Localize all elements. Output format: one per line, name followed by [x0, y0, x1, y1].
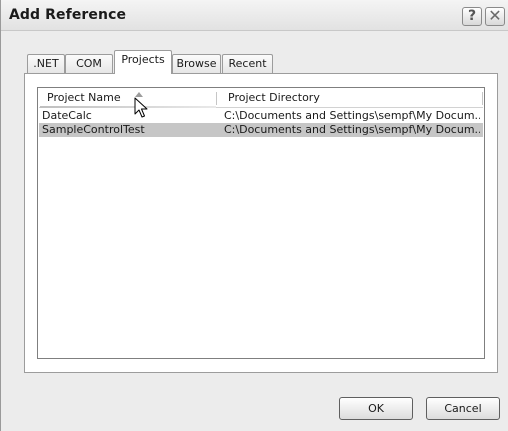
project-directory-cell: C:\Documents and Settings\sempf\My Docum…	[224, 109, 480, 122]
close-icon: ✕	[488, 6, 502, 25]
list-item[interactable]: DateCalc C:\Documents and Settings\sempf…	[39, 109, 483, 123]
list-header: Project Name Project Directory	[39, 89, 483, 108]
list-item[interactable]: SampleControlTest C:\Documents and Setti…	[39, 123, 483, 137]
mouse-pointer-icon	[134, 97, 148, 118]
help-icon: ?	[467, 8, 477, 24]
add-reference-dialog: Add Reference ? ✕ .NET COM Projects Brow…	[0, 0, 508, 431]
help-button[interactable]: ?	[462, 7, 482, 26]
project-directory-cell: C:\Documents and Settings\sempf\My Docum…	[224, 123, 480, 136]
ok-button[interactable]: OK	[339, 397, 413, 420]
project-name-cell: DateCalc	[42, 109, 92, 122]
column-divider[interactable]	[216, 92, 217, 105]
cancel-button[interactable]: Cancel	[426, 397, 500, 420]
tab-browse[interactable]: Browse	[172, 54, 221, 73]
projects-tab-panel: Project Name Project Directory DateCalc …	[24, 73, 498, 373]
column-divider[interactable]	[482, 92, 483, 105]
project-name-cell: SampleControlTest	[42, 123, 145, 136]
project-list[interactable]: Project Name Project Directory DateCalc …	[37, 87, 485, 359]
column-resize-indicator	[40, 106, 216, 108]
title-bar[interactable]: Add Reference ? ✕	[1, 0, 508, 31]
column-header-project-directory[interactable]: Project Directory	[228, 89, 478, 107]
close-button[interactable]: ✕	[485, 7, 505, 26]
tab-projects[interactable]: Projects	[114, 50, 172, 74]
tab-com[interactable]: COM	[65, 54, 113, 73]
tab-recent[interactable]: Recent	[222, 54, 273, 73]
dialog-title: Add Reference	[9, 7, 127, 23]
column-header-project-name[interactable]: Project Name	[47, 89, 207, 107]
tab-net[interactable]: .NET	[27, 54, 65, 73]
